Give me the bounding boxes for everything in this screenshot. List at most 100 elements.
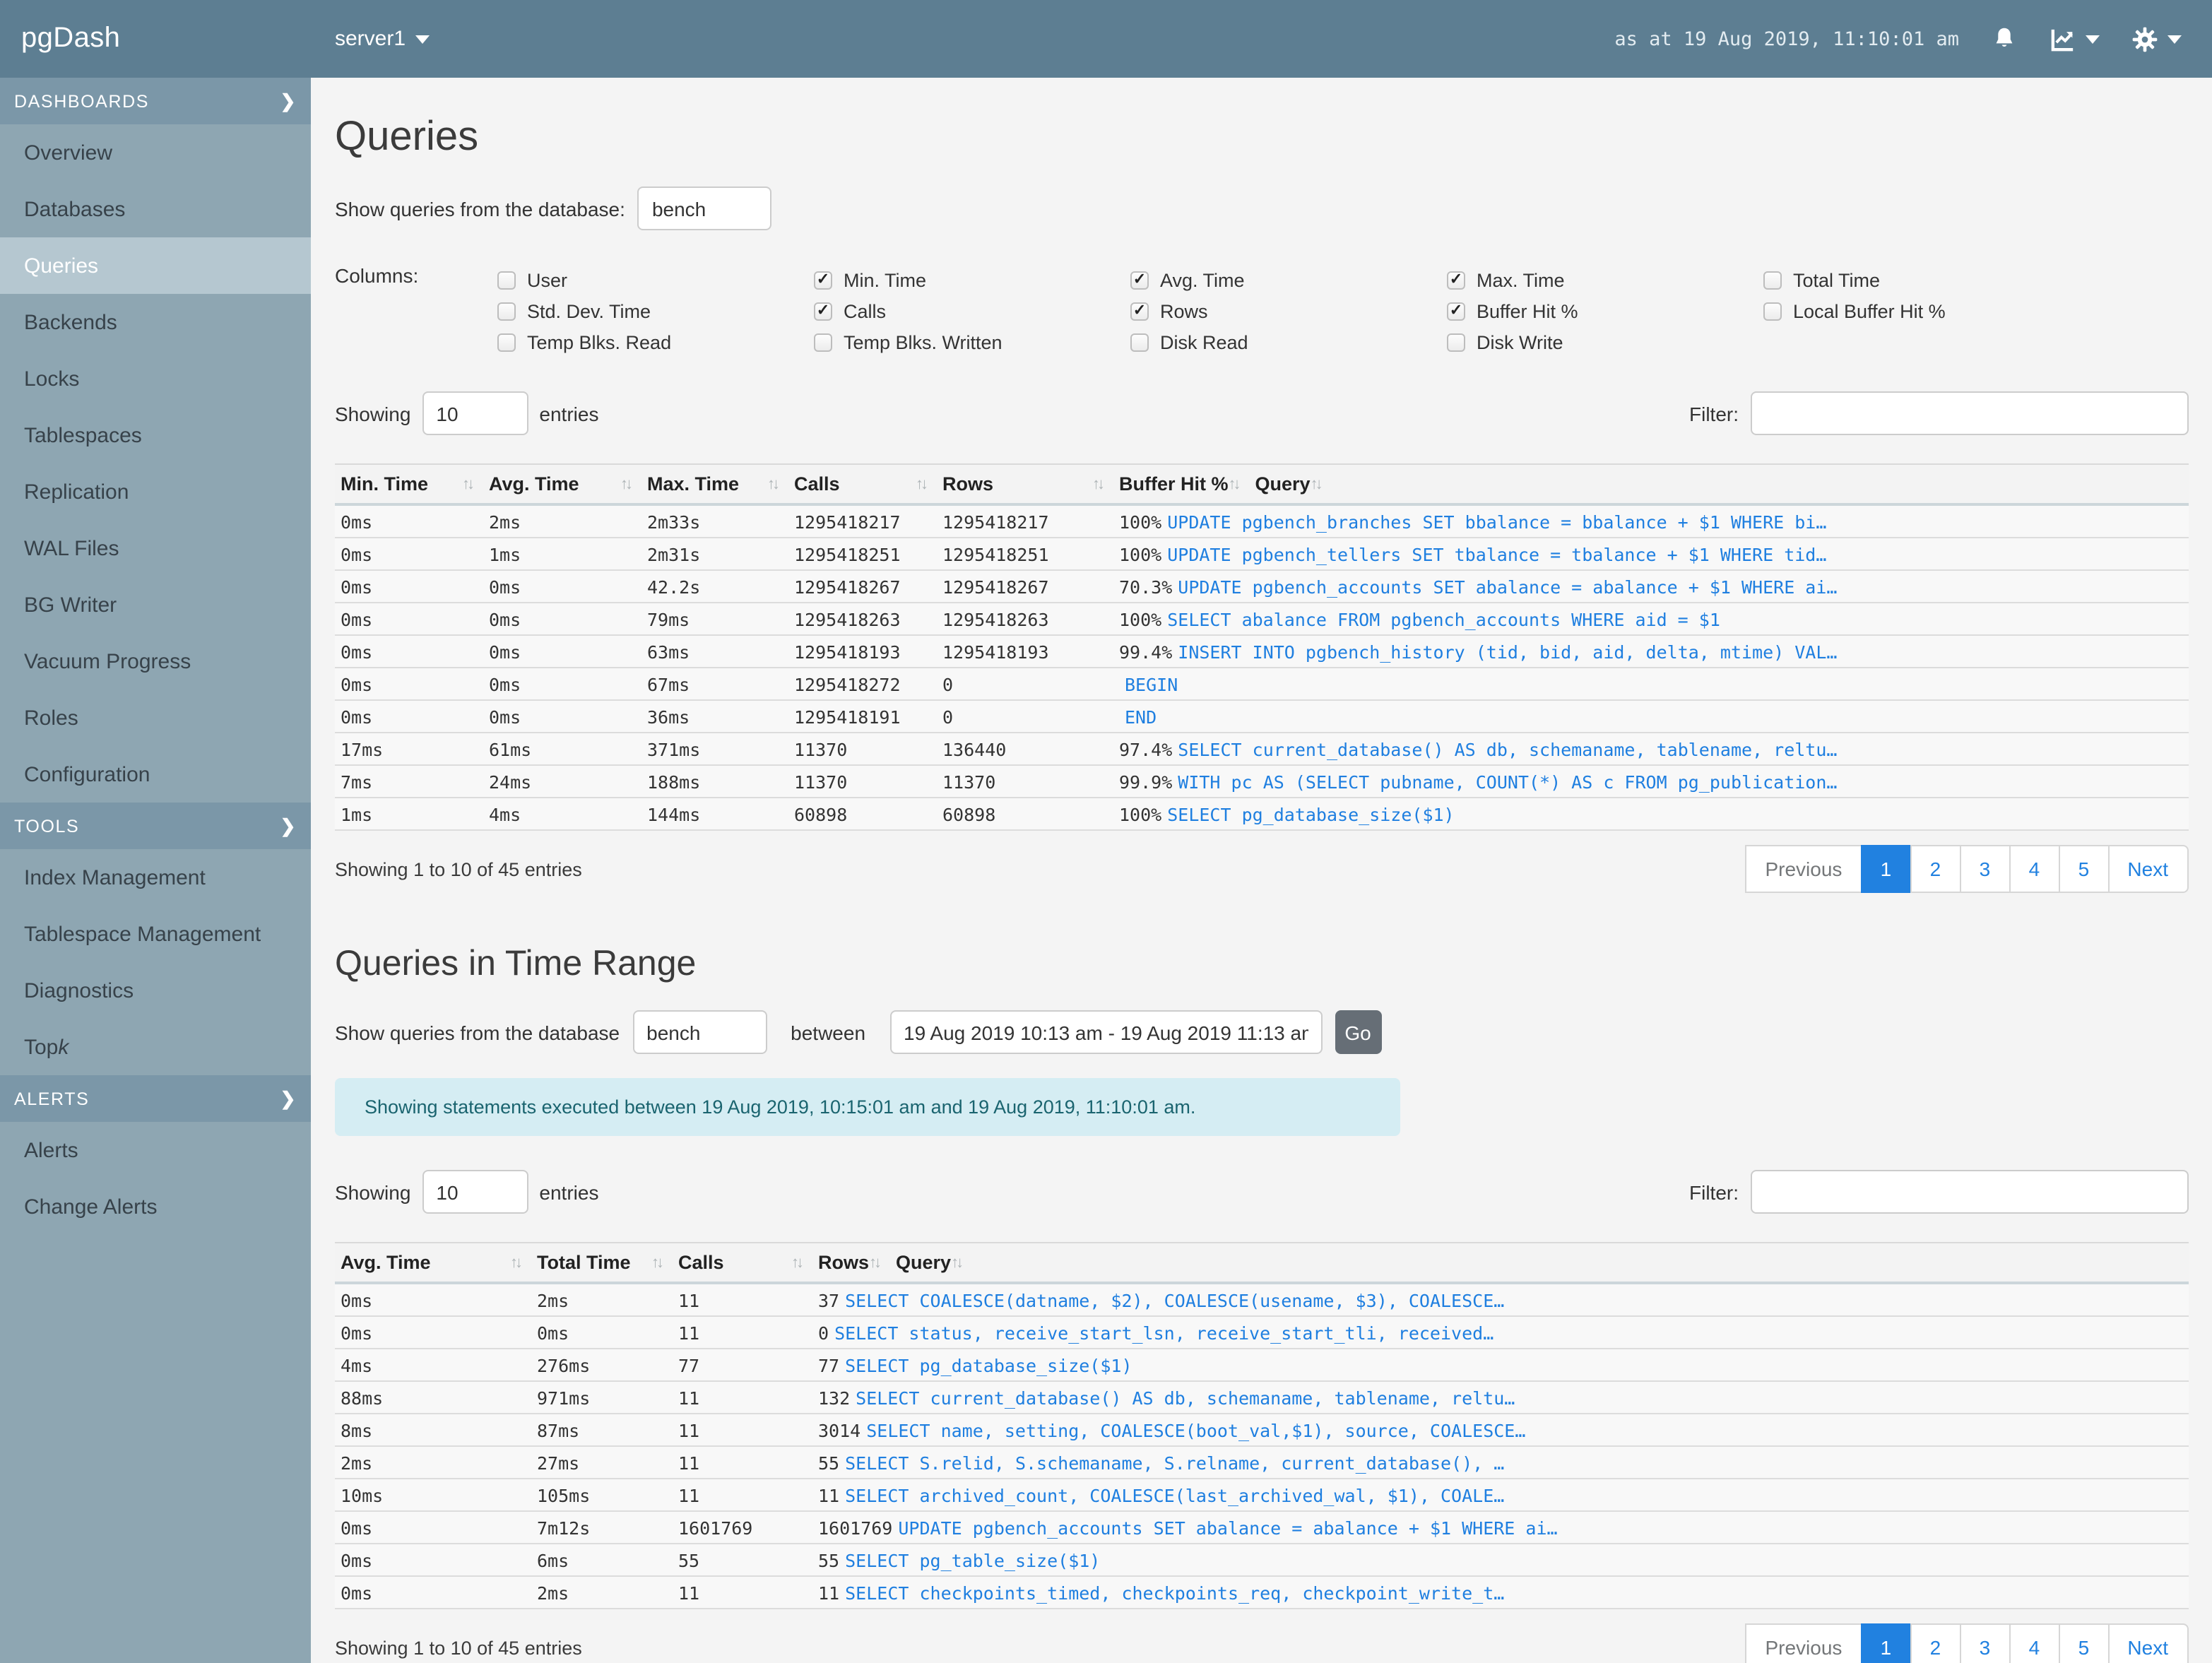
sidebar-item[interactable]: Diagnostics	[0, 962, 311, 1019]
column-checkbox-row[interactable]: Temp Blks. Written	[814, 326, 1130, 357]
notifications-button[interactable]	[1990, 25, 2017, 52]
sidebar-item[interactable]: Vacuum Progress	[0, 633, 311, 690]
database-input[interactable]	[632, 1010, 767, 1054]
column-checkbox-row[interactable]: Local Buffer Hit %	[1763, 295, 2080, 326]
page-button[interactable]: 2	[1910, 845, 1961, 893]
go-button[interactable]: Go	[1335, 1010, 1382, 1054]
sidebar-item[interactable]: Tablespace Management	[0, 906, 311, 962]
checkbox-icon[interactable]	[1763, 302, 1782, 320]
column-header[interactable]: Query ↑↓	[890, 1243, 972, 1282]
query-link[interactable]: INSERT INTO pgbench_history (tid, bid, a…	[1172, 641, 2188, 662]
query-link[interactable]: SELECT checkpoints_timed, checkpoints_re…	[839, 1582, 2188, 1603]
database-input[interactable]	[637, 187, 772, 230]
sidebar-item[interactable]: Locks	[0, 350, 311, 407]
column-checkbox-row[interactable]: Disk Read	[1130, 326, 1447, 357]
column-header[interactable]: Calls ↑↓	[673, 1243, 812, 1282]
column-header[interactable]: Rows ↑↓	[937, 465, 1113, 503]
page-button[interactable]: 4	[2009, 845, 2060, 893]
sidebar-item[interactable]: Alerts	[0, 1122, 311, 1178]
page-button[interactable]: 3	[1959, 845, 2011, 893]
column-checkbox-row[interactable]: Min. Time	[814, 264, 1130, 295]
column-header[interactable]: Avg. Time ↑↓	[335, 1243, 531, 1282]
checkbox-icon[interactable]	[497, 271, 516, 289]
page-button[interactable]: 4	[2009, 1623, 2060, 1663]
sidebar-item[interactable]: Databases	[0, 181, 311, 237]
query-link[interactable]: UPDATE pgbench_tellers SET tbalance = tb…	[1161, 543, 2188, 564]
page-button[interactable]: 1	[1860, 845, 1912, 893]
sidebar-item[interactable]: Configuration	[0, 746, 311, 803]
column-checkbox-row[interactable]: Max. Time	[1447, 264, 1763, 295]
page-button[interactable]: 2	[1910, 1623, 1961, 1663]
sidebar-item[interactable]: Backends	[0, 294, 311, 350]
query-link[interactable]: UPDATE pgbench_branches SET bbalance = b…	[1161, 511, 2188, 532]
sidebar-item[interactable]: Roles	[0, 690, 311, 746]
column-checkbox-row[interactable]: Disk Write	[1447, 326, 1763, 357]
checkbox-icon[interactable]	[1447, 333, 1465, 351]
column-checkbox-row[interactable]: Std. Dev. Time	[497, 295, 814, 326]
column-checkbox-row[interactable]: Buffer Hit %	[1447, 295, 1763, 326]
checkbox-icon[interactable]	[1130, 333, 1149, 351]
query-link[interactable]: SELECT current_database() AS db, scheman…	[1172, 738, 2188, 759]
query-link[interactable]: SELECT pg_database_size($1)	[1161, 803, 2188, 824]
column-header[interactable]: Buffer Hit % ↑↓	[1113, 465, 1250, 503]
checkbox-icon[interactable]	[814, 333, 832, 351]
checkbox-icon[interactable]	[1763, 271, 1782, 289]
page-button[interactable]: Next	[2107, 845, 2188, 893]
page-button[interactable]: Previous	[1745, 845, 1862, 893]
page-button[interactable]: 1	[1860, 1623, 1912, 1663]
checkbox-icon[interactable]	[814, 302, 832, 320]
sidebar-item[interactable]: Tablespaces	[0, 407, 311, 463]
query-link[interactable]: UPDATE pgbench_accounts SET abalance = a…	[1172, 576, 2188, 597]
column-header[interactable]: Avg. Time ↑↓	[483, 465, 641, 503]
query-link[interactable]: WITH pc AS (SELECT pubname, COUNT(*) AS …	[1172, 771, 2188, 792]
checkbox-icon[interactable]	[1130, 302, 1149, 320]
column-checkbox-row[interactable]: User	[497, 264, 814, 295]
settings-menu-button[interactable]	[2130, 25, 2181, 53]
sidebar-item[interactable]: BG Writer	[0, 576, 311, 633]
column-header[interactable]: Max. Time ↑↓	[641, 465, 788, 503]
checkbox-icon[interactable]	[497, 302, 516, 320]
checkbox-icon[interactable]	[814, 271, 832, 289]
sidebar-section-header[interactable]: TOOLS ❯	[0, 803, 311, 849]
column-checkbox-row[interactable]: Total Time	[1763, 264, 2080, 295]
filter-input[interactable]	[1750, 1170, 2188, 1214]
server-selector[interactable]: server1	[335, 27, 430, 51]
sidebar-item[interactable]: Queries	[0, 237, 311, 294]
query-link[interactable]: SELECT pg_table_size($1)	[839, 1549, 2188, 1570]
sidebar-item[interactable]: Top k	[0, 1019, 311, 1075]
page-button[interactable]: Next	[2107, 1623, 2188, 1663]
page-button[interactable]: Previous	[1745, 1623, 1862, 1663]
column-checkbox-row[interactable]: Avg. Time	[1130, 264, 1447, 295]
query-link[interactable]: SELECT current_database() AS db, scheman…	[850, 1387, 2188, 1408]
sidebar-item[interactable]: Overview	[0, 124, 311, 181]
query-link[interactable]: SELECT pg_database_size($1)	[839, 1354, 2188, 1375]
query-link[interactable]: UPDATE pgbench_accounts SET abalance = a…	[892, 1517, 2188, 1538]
checkbox-icon[interactable]	[1447, 302, 1465, 320]
page-button[interactable]: 5	[2058, 1623, 2110, 1663]
column-header[interactable]: Calls ↑↓	[788, 465, 937, 503]
column-checkbox-row[interactable]: Rows	[1130, 295, 1447, 326]
query-link[interactable]: END	[1119, 706, 2188, 727]
column-checkbox-row[interactable]: Calls	[814, 295, 1130, 326]
page-button[interactable]: 5	[2058, 845, 2110, 893]
query-link[interactable]: SELECT COALESCE(datname, $2), COALESCE(u…	[839, 1289, 2188, 1310]
query-link[interactable]: SELECT name, setting, COALESCE(boot_val,…	[860, 1419, 2188, 1440]
page-size-input[interactable]	[422, 391, 528, 435]
query-link[interactable]: SELECT abalance FROM pgbench_accounts WH…	[1161, 608, 2188, 629]
sidebar-item[interactable]: WAL Files	[0, 520, 311, 576]
charts-menu-button[interactable]	[2048, 25, 2099, 53]
column-checkbox-row[interactable]: Temp Blks. Read	[497, 326, 814, 357]
checkbox-icon[interactable]	[497, 333, 516, 351]
page-button[interactable]: 3	[1959, 1623, 2011, 1663]
column-header[interactable]: Min. Time ↑↓	[335, 465, 483, 503]
query-link[interactable]: BEGIN	[1119, 673, 2188, 694]
sidebar-item[interactable]: Index Management	[0, 849, 311, 906]
query-link[interactable]: SELECT S.relid, S.schemaname, S.relname,…	[839, 1452, 2188, 1473]
checkbox-icon[interactable]	[1130, 271, 1149, 289]
time-range-input[interactable]	[889, 1010, 1323, 1054]
checkbox-icon[interactable]	[1447, 271, 1465, 289]
page-size-input[interactable]	[422, 1170, 528, 1214]
column-header[interactable]: Total Time ↑↓	[531, 1243, 673, 1282]
sidebar-section-header[interactable]: ALERTS ❯	[0, 1075, 311, 1122]
sidebar-section-header[interactable]: DASHBOARDS ❯	[0, 78, 311, 124]
